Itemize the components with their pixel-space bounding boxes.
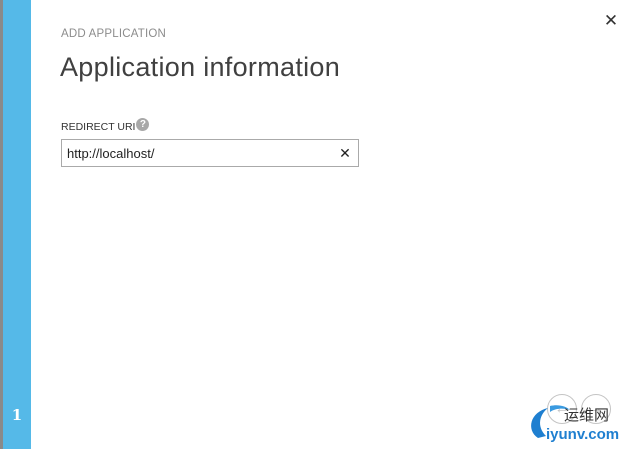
redirect-uri-label: REDIRECT URI (61, 121, 136, 133)
watermark-text-bottom: iyunv.com (546, 426, 619, 443)
previous-button[interactable]: ← (547, 394, 577, 424)
arrow-left-icon: ← (554, 400, 570, 417)
watermark-swoosh-icon (531, 408, 548, 438)
close-button[interactable]: ✕ (603, 11, 619, 30)
clear-input-button[interactable]: ✕ (339, 146, 351, 160)
redirect-uri-field: ✕ (61, 139, 359, 167)
add-application-dialog: 1 ✕ ADD APPLICATION Application informat… (0, 0, 630, 449)
help-icon[interactable]: ? (136, 117, 150, 131)
close-icon: ✕ (603, 11, 619, 30)
step-number: 1 (11, 406, 23, 424)
page-title: Application information (60, 52, 341, 82)
arrow-right-icon: → (588, 400, 604, 417)
step-bar: 1 (3, 0, 31, 449)
redirect-uri-input[interactable] (67, 140, 327, 166)
redirect-uri-label-row: REDIRECT URI ? (61, 117, 150, 133)
clear-icon: ✕ (339, 145, 351, 161)
dialog-overline: ADD APPLICATION (61, 28, 167, 40)
next-button[interactable]: → (581, 394, 611, 424)
